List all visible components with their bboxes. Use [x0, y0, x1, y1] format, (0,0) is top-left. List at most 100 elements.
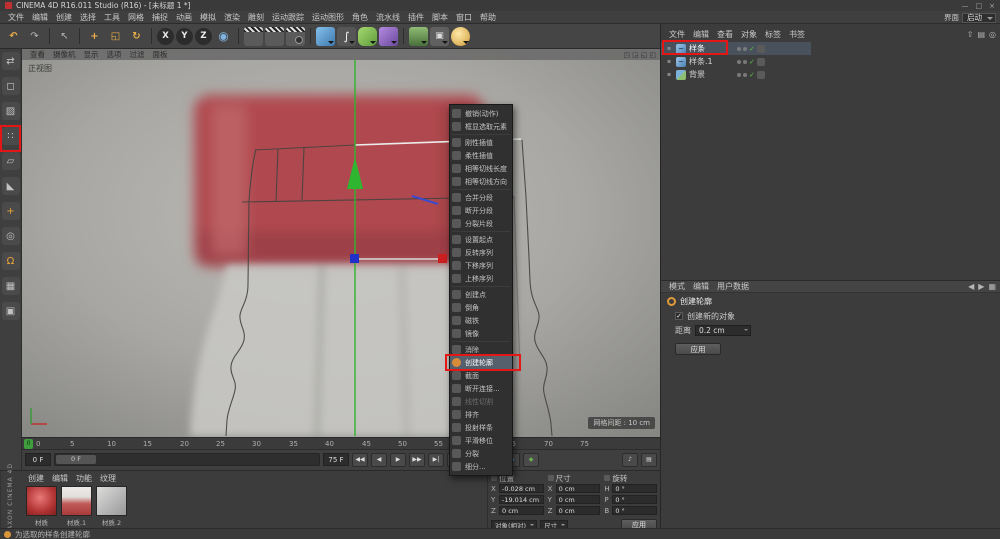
am-options-icon[interactable]: ▦: [988, 282, 996, 291]
menu-sculpt[interactable]: 雕刻: [244, 12, 268, 23]
vp-corner-icon-4[interactable]: ◰: [649, 51, 656, 59]
live-selection-icon[interactable]: ↖: [55, 27, 74, 46]
editor-visibility-dot[interactable]: [737, 72, 741, 77]
tag-icon[interactable]: [756, 57, 765, 66]
om-menu-view[interactable]: 查看: [713, 29, 737, 40]
ctx-split[interactable]: 分裂: [450, 447, 512, 460]
coordinate-system-icon[interactable]: ◉: [214, 27, 233, 46]
position-x-field[interactable]: -0.028 cm: [499, 484, 544, 493]
mat-menu-edit[interactable]: 编辑: [48, 473, 72, 484]
goto-end-icon[interactable]: ▶|: [428, 452, 444, 467]
sound-icon[interactable]: ♪: [622, 452, 638, 467]
frame-start-field[interactable]: 0 F: [25, 453, 51, 466]
am-menu-mode[interactable]: 模式: [665, 281, 689, 292]
model-mode-icon[interactable]: ◻: [1, 77, 20, 95]
y-axis-lock-icon[interactable]: Y: [176, 27, 193, 45]
cube-primitive-icon[interactable]: [316, 26, 335, 46]
z-axis-lock-icon[interactable]: Z: [195, 27, 212, 45]
move-tool-icon[interactable]: +: [85, 27, 104, 46]
rotate-tool-icon[interactable]: ↻: [127, 27, 146, 46]
ctx-set-first-point[interactable]: 设置起点: [450, 233, 512, 246]
render-settings-icon[interactable]: [286, 26, 305, 46]
solo-mode-icon[interactable]: ◎: [1, 227, 20, 245]
ctx-subdivide[interactable]: 细分...: [450, 460, 512, 473]
menu-tools[interactable]: 工具: [100, 12, 124, 23]
menu-mesh[interactable]: 网格: [124, 12, 148, 23]
ctx-reverse-sequence[interactable]: 反转序列: [450, 246, 512, 259]
viewport-canvas[interactable]: [22, 49, 660, 437]
prev-frame-icon[interactable]: ◀: [371, 452, 387, 467]
position-z-field[interactable]: 0 cm: [499, 506, 544, 515]
editor-visibility-dot[interactable]: [737, 46, 741, 51]
ctx-project-spline[interactable]: 投射样条: [450, 421, 512, 434]
menu-simulate[interactable]: 模拟: [196, 12, 220, 23]
vp-menu-view[interactable]: 查看: [26, 49, 49, 60]
menu-script[interactable]: 脚本: [428, 12, 452, 23]
material-item[interactable]: 材质: [26, 486, 57, 527]
tag-icon[interactable]: [756, 70, 765, 79]
editor-visibility-dot[interactable]: [737, 59, 741, 64]
tag-icon[interactable]: [756, 44, 765, 53]
vp-corner-icon-3[interactable]: ◱: [641, 51, 648, 59]
ctx-move-up-sequence[interactable]: 上移序列: [450, 272, 512, 285]
am-back-icon[interactable]: ◀: [968, 282, 974, 291]
x-axis-lock-icon[interactable]: X: [157, 27, 174, 45]
om-filter-icon[interactable]: ▤: [977, 30, 985, 39]
ctx-mirror[interactable]: 镜像: [450, 327, 512, 340]
play-icon[interactable]: ▶: [390, 452, 406, 467]
enabled-check-icon[interactable]: ✓: [749, 58, 755, 66]
ctx-move-down-sequence[interactable]: 下移序列: [450, 259, 512, 272]
ctx-frame-selected[interactable]: 框显选取元素: [450, 120, 512, 133]
enabled-check-icon[interactable]: ✓: [749, 45, 755, 53]
goto-start-icon[interactable]: ◀◀: [352, 452, 368, 467]
mat-menu-texture[interactable]: 纹理: [96, 473, 120, 484]
om-menu-bookmarks[interactable]: 书签: [785, 29, 809, 40]
ctx-chamfer[interactable]: 倒角: [450, 301, 512, 314]
viewport[interactable]: 查看 摄像机 显示 选项 过滤 面板 ◳ ◲ ◱ ◰ 正视图 网格间距 : 10…: [22, 49, 660, 437]
vp-menu-display[interactable]: 显示: [80, 49, 103, 60]
ctx-equal-tangent-length[interactable]: 相等切线长度: [450, 162, 512, 175]
ctx-explode-segments[interactable]: 分裂片段: [450, 217, 512, 230]
create-new-object-checkbox[interactable]: ✓: [675, 312, 683, 320]
om-menu-objects[interactable]: 对象: [737, 29, 761, 40]
distance-input[interactable]: 0.2 cm: [695, 324, 751, 336]
point-mode-icon[interactable]: ∷: [1, 127, 20, 145]
menu-pipeline[interactable]: 流水线: [372, 12, 404, 23]
material-item[interactable]: 材质.1: [61, 486, 92, 527]
expand-toggle-icon[interactable]: ▪: [667, 58, 673, 65]
make-editable-icon[interactable]: ⇄: [1, 52, 20, 70]
spline-pen-icon[interactable]: ∫: [337, 26, 356, 46]
floor-icon[interactable]: [409, 26, 428, 46]
menu-help[interactable]: 帮助: [476, 12, 500, 23]
ctx-cross-section[interactable]: 截面: [450, 369, 512, 382]
scrubber-thumb[interactable]: 0 F: [56, 455, 96, 464]
ctx-soft-interpolation[interactable]: 柔性插值: [450, 149, 512, 162]
am-menu-edit[interactable]: 编辑: [689, 281, 713, 292]
menu-plugins[interactable]: 插件: [404, 12, 428, 23]
menu-motion-tracker[interactable]: 运动跟踪: [268, 12, 308, 23]
rotation-b-field[interactable]: 0 °: [612, 506, 657, 515]
ctx-join-segment[interactable]: 合并分段: [450, 191, 512, 204]
om-search-icon[interactable]: ◎: [989, 30, 996, 39]
menu-render[interactable]: 渲染: [220, 12, 244, 23]
light-icon[interactable]: [451, 26, 470, 46]
ctx-equal-tangent-direction[interactable]: 相等切线方向: [450, 175, 512, 188]
menu-character[interactable]: 角色: [348, 12, 372, 23]
snap-icon[interactable]: Ω: [1, 252, 20, 270]
material-preview[interactable]: [61, 486, 92, 516]
menu-mograph[interactable]: 运动图形: [308, 12, 348, 23]
om-menu-file[interactable]: 文件: [665, 29, 689, 40]
axis-mode-icon[interactable]: +: [1, 202, 20, 220]
camera-icon[interactable]: ▣: [430, 26, 449, 46]
mat-menu-create[interactable]: 创建: [24, 473, 48, 484]
render-visibility-dot[interactable]: [743, 46, 747, 51]
timeline-options-icon[interactable]: ▤: [641, 452, 657, 467]
rotation-p-field[interactable]: 0 °: [612, 495, 657, 504]
rotation-h-field[interactable]: 0 °: [612, 484, 657, 493]
close-button[interactable]: ×: [989, 2, 995, 10]
ctx-undo-action[interactable]: 撤销(动作): [450, 107, 512, 120]
object-row-spline-1[interactable]: ▪ ~ 样条.1 ✓: [661, 55, 1000, 68]
apply-button[interactable]: 应用: [675, 343, 721, 355]
om-menu-edit[interactable]: 编辑: [689, 29, 713, 40]
menu-edit[interactable]: 编辑: [28, 12, 52, 23]
